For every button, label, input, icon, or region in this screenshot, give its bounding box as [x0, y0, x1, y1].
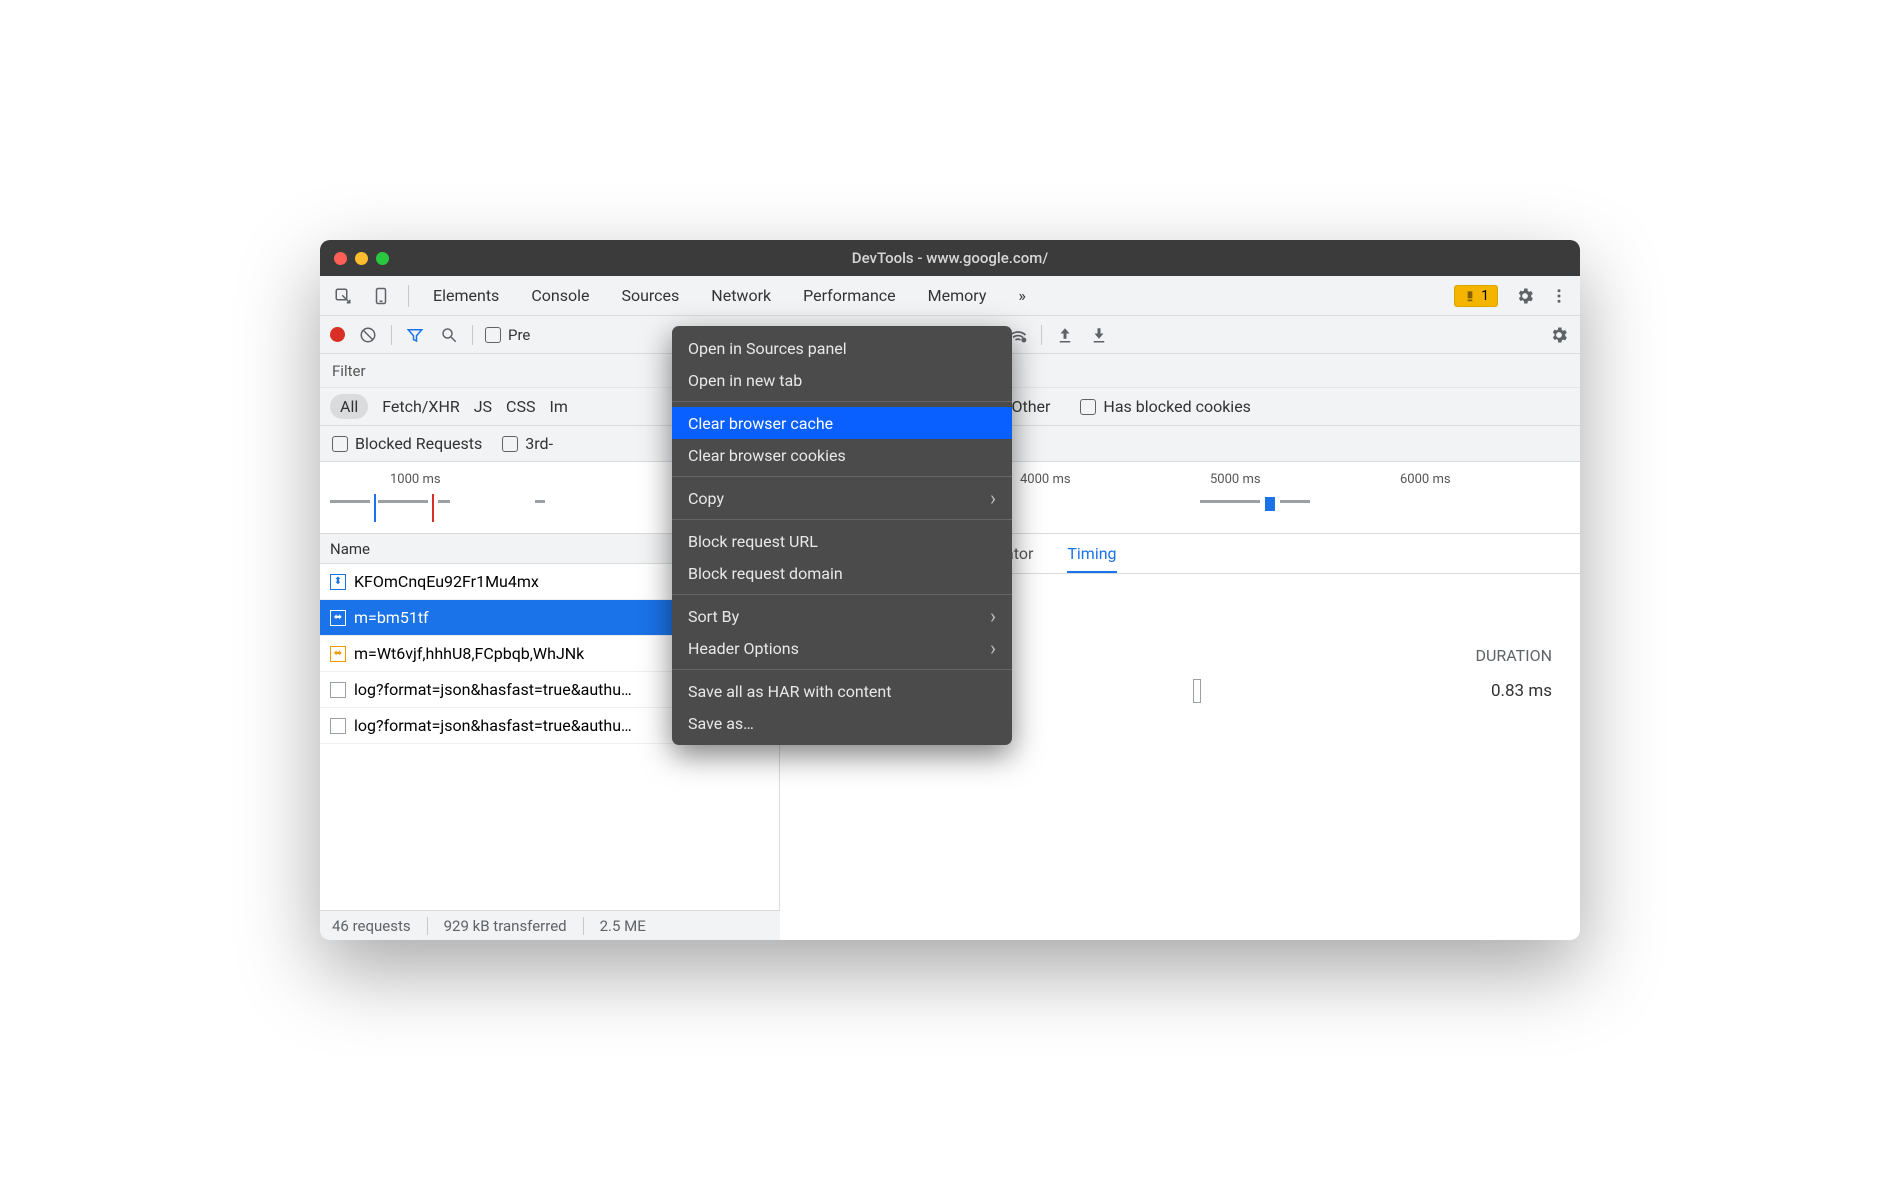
domcontentloaded-marker — [374, 494, 376, 522]
clear-icon[interactable] — [357, 324, 379, 346]
queueing-value: 0.83 ms — [1491, 681, 1552, 701]
blocked-requests-label: Blocked Requests — [355, 434, 482, 453]
has-blocked-cookies-label: Has blocked cookies — [1103, 397, 1251, 416]
tick-6000: 6000 ms — [1400, 472, 1451, 487]
upload-har-icon[interactable] — [1054, 324, 1076, 346]
chevron-right-icon — [990, 636, 996, 660]
tab-sources[interactable]: Sources — [605, 276, 695, 315]
request-name: m=bm51tf — [354, 608, 429, 627]
request-name: log?format=json&hasfast=true&authu… — [354, 716, 632, 735]
file-icon: ⬍ — [330, 574, 346, 590]
third-party-label: 3rd- — [525, 434, 553, 453]
request-name: KFOmCnqEu92Fr1Mu4mx — [354, 572, 539, 591]
blocked-requests-checkbox[interactable]: Blocked Requests — [332, 434, 482, 453]
tick-4000: 4000 ms — [1020, 472, 1071, 487]
filter-js[interactable]: JS — [474, 397, 492, 416]
tab-timing[interactable]: Timing — [1067, 544, 1116, 573]
network-settings-icon[interactable] — [1548, 324, 1570, 346]
download-har-icon[interactable] — [1088, 324, 1110, 346]
preserve-log-label: Pre — [508, 326, 530, 344]
menu-sort-by[interactable]: Sort By — [672, 600, 1012, 632]
filter-fetch-xhr[interactable]: Fetch/XHR — [382, 397, 460, 416]
checkbox-icon — [332, 436, 348, 452]
queueing-bar — [1193, 679, 1201, 703]
filter-css[interactable]: CSS — [506, 397, 535, 416]
filter-img[interactable]: Im — [549, 397, 567, 416]
window-controls — [334, 252, 389, 265]
tab-console[interactable]: Console — [515, 276, 605, 315]
record-button[interactable] — [330, 327, 345, 342]
file-icon: ⬌ — [330, 646, 346, 662]
maximize-window-button[interactable] — [376, 252, 389, 265]
devtools-window: DevTools - www.google.com/ Elements Cons… — [320, 240, 1580, 940]
context-menu: Open in Sources panel Open in new tab Cl… — [672, 326, 1012, 745]
tab-network[interactable]: Network — [695, 276, 787, 315]
filter-icon[interactable] — [404, 324, 426, 346]
menu-header-options[interactable]: Header Options — [672, 632, 1012, 664]
separator — [408, 285, 409, 307]
inspect-icon[interactable] — [330, 283, 356, 309]
status-transferred: 929 kB transferred — [444, 917, 567, 935]
tick-5000: 5000 ms — [1210, 472, 1261, 487]
filter-other[interactable]: Other — [1011, 397, 1050, 416]
menu-copy[interactable]: Copy — [672, 482, 1012, 514]
menu-save-as[interactable]: Save as… — [672, 707, 1012, 739]
titlebar: DevTools - www.google.com/ — [320, 240, 1580, 276]
file-icon: ⬌ — [330, 610, 346, 626]
status-bar: 46 requests 929 kB transferred 2.5 ME — [320, 910, 780, 940]
tab-memory[interactable]: Memory — [912, 276, 1003, 315]
menu-clear-cookies[interactable]: Clear browser cookies — [672, 439, 1012, 471]
settings-icon[interactable] — [1512, 283, 1538, 309]
close-window-button[interactable] — [334, 252, 347, 265]
file-icon — [330, 682, 346, 698]
more-menu-icon[interactable] — [1546, 283, 1572, 309]
window-title: DevTools - www.google.com/ — [320, 249, 1580, 267]
chevron-right-icon — [990, 486, 996, 510]
filter-input[interactable]: Filter — [332, 362, 366, 380]
status-requests: 46 requests — [332, 917, 411, 935]
device-toggle-icon[interactable] — [368, 283, 394, 309]
load-marker — [432, 494, 434, 522]
request-name: m=Wt6vjf,hhhU8,FCpbqb,WhJNk — [354, 644, 584, 663]
has-blocked-cookies-checkbox[interactable]: Has blocked cookies — [1080, 397, 1251, 416]
timeline-handle[interactable] — [1265, 497, 1275, 511]
separator — [391, 325, 392, 345]
status-size: 2.5 ME — [600, 917, 646, 935]
menu-clear-cache[interactable]: Clear browser cache — [672, 407, 1012, 439]
duration-label: DURATION — [1476, 646, 1552, 665]
column-name[interactable]: Name — [330, 540, 370, 558]
separator — [472, 325, 473, 345]
panel-tabs: Elements Console Sources Network Perform… — [320, 276, 1580, 316]
preserve-log-checkbox[interactable]: Pre — [485, 326, 530, 344]
chevron-right-icon — [990, 604, 996, 628]
search-icon[interactable] — [438, 324, 460, 346]
tab-elements[interactable]: Elements — [417, 276, 515, 315]
checkbox-icon — [485, 327, 501, 343]
checkbox-icon — [502, 436, 518, 452]
issues-badge[interactable]: 1 — [1454, 285, 1498, 307]
menu-open-sources[interactable]: Open in Sources panel — [672, 332, 1012, 364]
checkbox-icon — [1080, 399, 1096, 415]
request-name: log?format=json&hasfast=true&authu… — [354, 680, 632, 699]
file-icon — [330, 718, 346, 734]
issues-count: 1 — [1481, 288, 1489, 304]
minimize-window-button[interactable] — [355, 252, 368, 265]
tabs-overflow[interactable]: » — [1002, 276, 1042, 315]
filter-all[interactable]: All — [330, 394, 368, 419]
tick-1000: 1000 ms — [390, 472, 441, 487]
separator — [1041, 325, 1042, 345]
menu-open-new-tab[interactable]: Open in new tab — [672, 364, 1012, 396]
menu-save-har[interactable]: Save all as HAR with content — [672, 675, 1012, 707]
tab-performance[interactable]: Performance — [787, 276, 912, 315]
menu-block-url[interactable]: Block request URL — [672, 525, 1012, 557]
menu-block-domain[interactable]: Block request domain — [672, 557, 1012, 589]
third-party-checkbox[interactable]: 3rd- — [502, 434, 553, 453]
